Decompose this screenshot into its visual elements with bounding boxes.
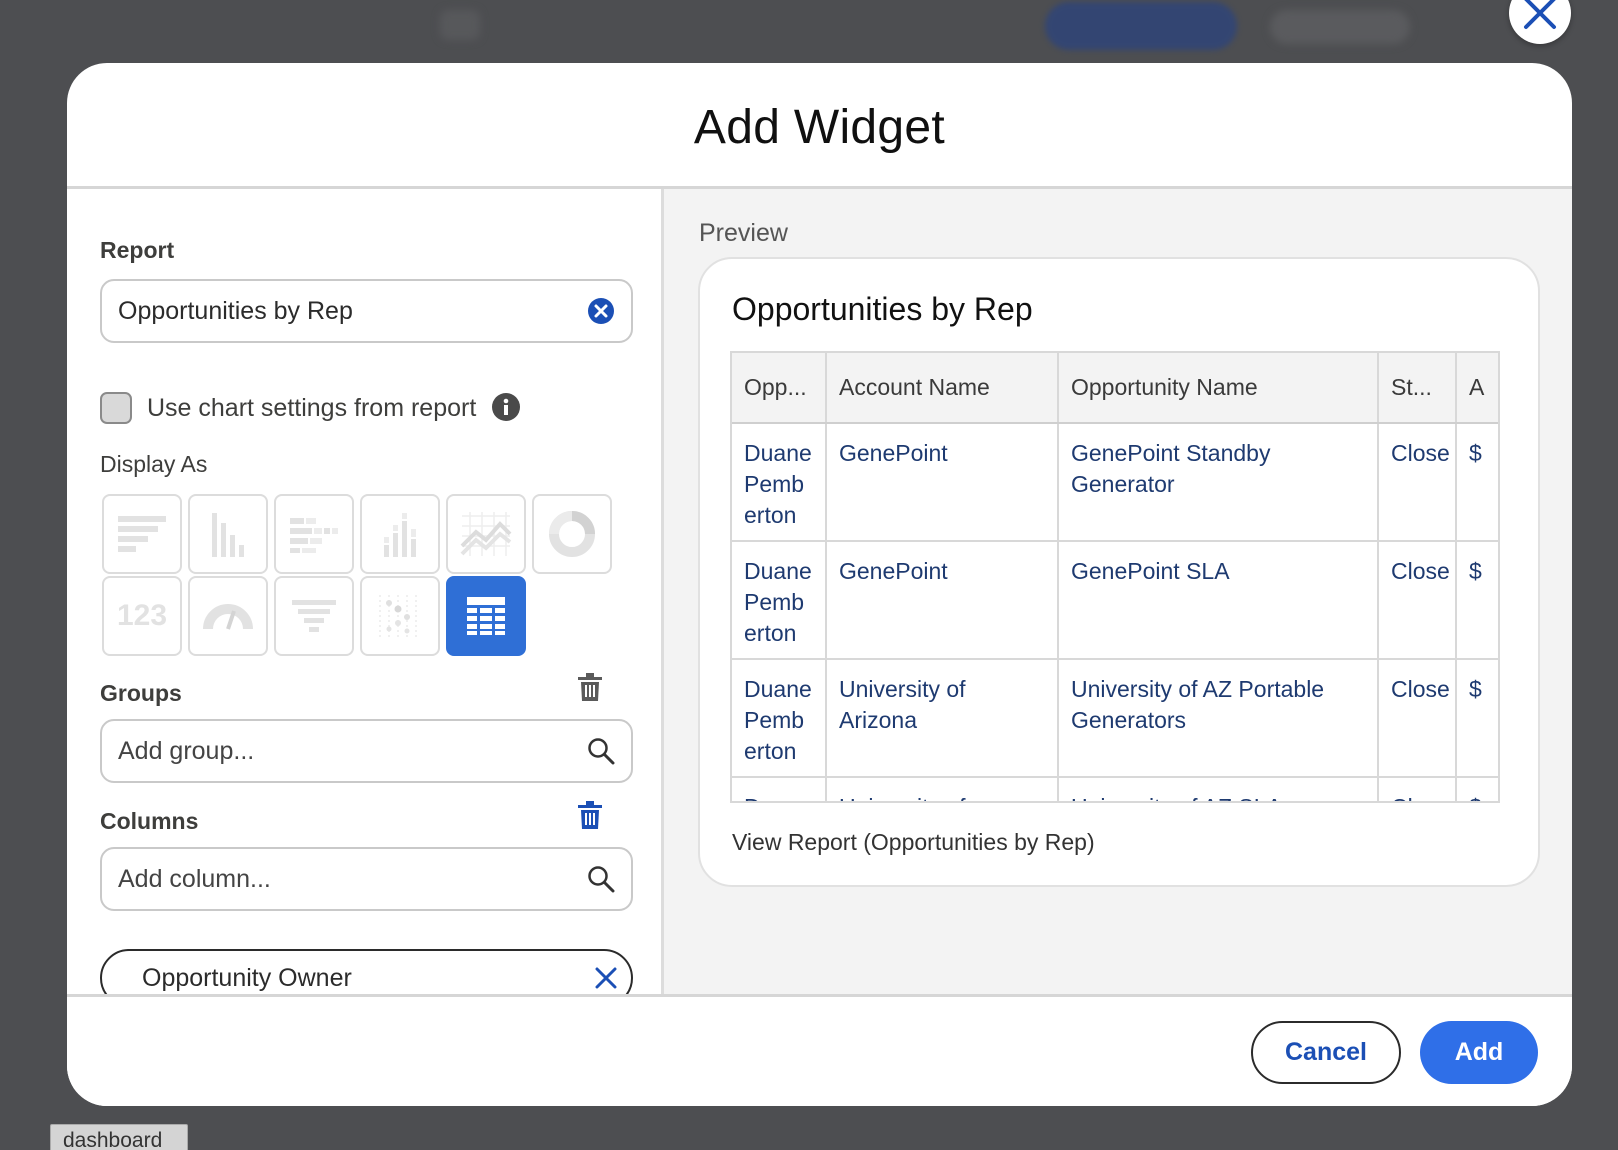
display-stacked-vertical-button[interactable] xyxy=(360,494,440,574)
search-icon xyxy=(588,866,615,893)
clear-circle-icon xyxy=(588,298,614,324)
display-horizontal-bar-button[interactable] xyxy=(102,494,182,574)
add-group-input[interactable]: Add group... xyxy=(100,719,633,783)
dashboard-tab[interactable]: dashboard xyxy=(50,1124,188,1150)
horizontal-bar-chart-icon xyxy=(118,516,166,552)
search-icon xyxy=(588,738,615,765)
column-chip-opportunity-owner[interactable]: Opportunity Owner xyxy=(100,949,633,994)
gauge-icon xyxy=(203,604,253,630)
table-cell: GenePoint Standby Generator xyxy=(1058,423,1379,542)
clear-columns-button[interactable] xyxy=(577,800,603,830)
column-header[interactable]: A xyxy=(1456,353,1498,424)
display-line-button[interactable] xyxy=(446,494,526,574)
use-chart-settings-label: Use chart settings from report xyxy=(147,394,477,422)
remove-column-button[interactable] xyxy=(595,967,617,989)
table-cell: University of Arizona xyxy=(826,777,1059,801)
report-label: Report xyxy=(100,237,175,263)
table-cell: Duane Pemberton xyxy=(732,423,827,542)
table-row: Duane Pemberton University of Arizona Un… xyxy=(732,777,1498,801)
line-chart-icon xyxy=(460,512,512,556)
add-group-placeholder: Add group... xyxy=(118,736,255,765)
vertical-bar-chart-icon xyxy=(212,513,244,557)
view-report-link[interactable]: View Report (Opportunities by Rep) xyxy=(732,829,1095,856)
add-column-input[interactable]: Add column... xyxy=(100,847,633,911)
donut-chart-icon xyxy=(549,511,595,557)
close-dialog-button[interactable] xyxy=(1509,0,1571,44)
background-element-blur xyxy=(440,10,480,40)
column-header[interactable]: Opp... xyxy=(732,353,827,424)
table-cell: University of Arizona xyxy=(826,659,1059,778)
table-cell: Duane Pemberton xyxy=(732,777,827,801)
table-cell: $ xyxy=(1456,777,1498,801)
display-stacked-horizontal-button[interactable] xyxy=(274,494,354,574)
add-column-placeholder: Add column... xyxy=(118,864,271,893)
table-cell: Duane Pemberton xyxy=(732,659,827,778)
table-icon xyxy=(467,597,505,635)
dialog-header: Add Widget xyxy=(67,63,1572,189)
column-header[interactable]: Account Name xyxy=(826,353,1059,424)
dialog-body: Report Opportunities by Rep Use chart se… xyxy=(67,189,1572,994)
report-select[interactable]: Opportunities by Rep xyxy=(100,279,633,343)
metric-icon: 123 xyxy=(116,599,168,632)
table-cell: Duane Pemberton xyxy=(732,541,827,660)
table-cell: Close xyxy=(1378,777,1457,801)
preview-card: Opportunities by Rep Opp... Account Name… xyxy=(698,257,1540,887)
close-icon xyxy=(1524,0,1556,29)
table-row: Duane Pemberton University of Arizona Un… xyxy=(732,659,1498,778)
use-chart-settings-checkbox[interactable] xyxy=(100,392,132,424)
cancel-button[interactable]: Cancel xyxy=(1251,1021,1401,1084)
table-header-row: Opp... Account Name Opportunity Name St.… xyxy=(732,353,1498,424)
info-icon xyxy=(492,393,520,421)
preview-card-title: Opportunities by Rep xyxy=(732,291,1033,327)
table-cell: GenePoint SLA xyxy=(1058,541,1379,660)
preview-table: Opp... Account Name Opportunity Name St.… xyxy=(732,353,1498,801)
table-cell: $ xyxy=(1456,423,1498,542)
table-row: Duane Pemberton GenePoint GenePoint Stan… xyxy=(732,423,1498,542)
clear-groups-button[interactable] xyxy=(577,672,603,702)
display-donut-button[interactable] xyxy=(532,494,612,574)
display-metric-button[interactable]: 123 xyxy=(102,576,182,656)
stacked-horizontal-bar-icon xyxy=(290,518,338,553)
table-cell: University of AZ Portable Generators xyxy=(1058,659,1379,778)
add-button[interactable]: Add xyxy=(1420,1021,1538,1084)
dialog-footer: Cancel Add xyxy=(67,994,1572,1106)
display-vertical-bar-button[interactable] xyxy=(188,494,268,574)
display-gauge-button[interactable] xyxy=(188,576,268,656)
table-cell: Close xyxy=(1378,659,1457,778)
column-header[interactable]: St... xyxy=(1378,353,1457,424)
funnel-icon xyxy=(292,600,336,632)
table-cell: University of AZ SLA xyxy=(1058,777,1379,801)
display-as-label: Display As xyxy=(100,451,208,477)
close-icon xyxy=(595,967,617,989)
column-chip-label: Opportunity Owner xyxy=(142,963,352,992)
preview-panel: Preview Opportunities by Rep Opp... Acco… xyxy=(664,189,1572,994)
display-table-button[interactable] xyxy=(446,576,526,656)
trash-icon xyxy=(578,801,602,829)
table-cell: Close xyxy=(1378,541,1457,660)
display-scatter-button[interactable] xyxy=(360,576,440,656)
table-cell: $ xyxy=(1456,659,1498,778)
preview-table-container[interactable]: Opp... Account Name Opportunity Name St.… xyxy=(730,351,1500,803)
info-button[interactable] xyxy=(491,392,521,422)
background-button-blur xyxy=(1045,2,1237,50)
stacked-vertical-bar-icon xyxy=(384,513,416,557)
dialog-title: Add Widget xyxy=(693,100,946,154)
widget-settings-panel: Report Opportunities by Rep Use chart se… xyxy=(67,189,664,994)
table-row: Duane Pemberton GenePoint GenePoint SLA … xyxy=(732,541,1498,660)
table-cell: GenePoint xyxy=(826,423,1059,542)
background-element-blur xyxy=(1270,10,1410,44)
preview-label: Preview xyxy=(699,219,788,247)
column-header[interactable]: Opportunity Name xyxy=(1058,353,1379,424)
table-cell: $ xyxy=(1456,541,1498,660)
columns-label: Columns xyxy=(100,808,199,834)
trash-icon xyxy=(578,673,602,701)
clear-report-button[interactable] xyxy=(587,297,615,325)
groups-label: Groups xyxy=(100,680,182,706)
table-cell: GenePoint xyxy=(826,541,1059,660)
scatter-plot-icon xyxy=(379,595,417,637)
report-value: Opportunities by Rep xyxy=(118,296,353,325)
display-funnel-button[interactable] xyxy=(274,576,354,656)
add-widget-dialog: Add Widget Report Opportunities by Rep U… xyxy=(67,63,1572,1106)
table-cell: Close xyxy=(1378,423,1457,542)
